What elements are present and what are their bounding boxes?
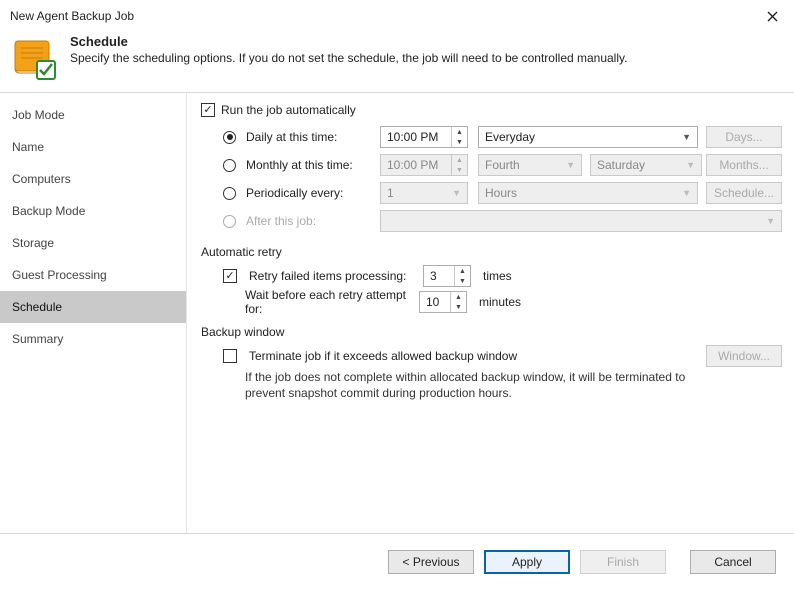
schedule-content: Run the job automatically Daily at this … [187, 93, 794, 533]
cancel-button[interactable]: Cancel [690, 550, 776, 574]
sidebar-item-job-mode[interactable]: Job Mode [0, 99, 186, 131]
sidebar-item-computers[interactable]: Computers [0, 163, 186, 195]
monthly-ordinal-dropdown: Fourth ▼ [478, 154, 582, 176]
spin-down-icon[interactable]: ▼ [451, 302, 466, 312]
period-row: Periodically every: 1 ▼ Hours ▼ Schedule… [223, 179, 782, 207]
sidebar-item-label: Guest Processing [12, 268, 107, 282]
close-icon [767, 11, 778, 22]
daily-time-value: 10:00 PM [381, 130, 451, 144]
period-number-dropdown: 1 ▼ [380, 182, 468, 204]
retry-section-label: Automatic retry [201, 245, 782, 259]
daily-frequency-dropdown[interactable]: Everyday ▼ [478, 126, 698, 148]
spin-up-icon[interactable]: ▲ [452, 127, 467, 137]
after-job-label: After this job: [246, 214, 376, 228]
chevron-down-icon: ▼ [452, 188, 461, 198]
daily-row: Daily at this time: 10:00 PM ▲▼ Everyday… [223, 123, 782, 151]
sidebar-item-schedule[interactable]: Schedule [0, 291, 186, 323]
months-button: Months... [706, 154, 782, 176]
retry-wait-label: Wait before each retry attempt for: [223, 288, 413, 316]
monthly-row: Monthly at this time: 10:00 PM ▲▼ Fourth… [223, 151, 782, 179]
terminate-row: Terminate job if it exceeds allowed back… [223, 343, 782, 369]
run-auto-checkbox[interactable] [201, 103, 215, 117]
spin-up-icon: ▲ [452, 155, 467, 165]
run-auto-row: Run the job automatically [201, 103, 782, 117]
after-job-radio [223, 215, 236, 228]
run-auto-label: Run the job automatically [221, 103, 356, 117]
daily-time-spinner[interactable]: 10:00 PM ▲▼ [380, 126, 468, 148]
terminate-description: If the job does not complete within allo… [245, 369, 705, 401]
retry-times-unit: times [483, 269, 512, 283]
terminate-checkbox[interactable] [223, 349, 237, 363]
sidebar-item-backup-mode[interactable]: Backup Mode [0, 195, 186, 227]
sidebar-item-label: Computers [12, 172, 71, 186]
period-label: Periodically every: [246, 186, 376, 200]
spin-up-icon[interactable]: ▲ [451, 292, 466, 302]
backup-window-section-label: Backup window [201, 325, 782, 339]
sidebar-item-label: Job Mode [12, 108, 65, 122]
window-button: Window... [706, 345, 782, 367]
sidebar-item-guest-processing[interactable]: Guest Processing [0, 259, 186, 291]
titlebar: New Agent Backup Job [0, 0, 794, 30]
terminate-label: Terminate job if it exceeds allowed back… [249, 349, 517, 363]
sidebar-item-label: Backup Mode [12, 204, 85, 218]
page-description: Specify the scheduling options. If you d… [70, 51, 627, 65]
chevron-down-icon: ▼ [686, 160, 695, 170]
sidebar-item-storage[interactable]: Storage [0, 227, 186, 259]
period-unit-value: Hours [485, 186, 517, 200]
sidebar-item-summary[interactable]: Summary [0, 323, 186, 355]
daily-radio[interactable] [223, 131, 236, 144]
wizard-footer: < Previous Apply Finish Cancel [0, 533, 794, 589]
spin-down-icon[interactable]: ▼ [455, 276, 470, 286]
monthly-time-spinner: 10:00 PM ▲▼ [380, 154, 468, 176]
retry-enable-checkbox[interactable] [223, 269, 237, 283]
retry-times-value: 3 [424, 269, 454, 283]
wizard-body: Job Mode Name Computers Backup Mode Stor… [0, 93, 794, 533]
retry-enable-label: Retry failed items processing: [249, 269, 417, 283]
retry-wait-row: Wait before each retry attempt for: 10 ▲… [223, 289, 782, 315]
wizard-header: Schedule Specify the scheduling options.… [0, 30, 794, 92]
sidebar-item-label: Summary [12, 332, 63, 346]
period-number-value: 1 [387, 186, 394, 200]
monthly-ordinal-value: Fourth [485, 158, 520, 172]
retry-times-spinner[interactable]: 3 ▲▼ [423, 265, 471, 287]
daily-label: Daily at this time: [246, 130, 376, 144]
sidebar-item-label: Name [12, 140, 44, 154]
retry-enable-row: Retry failed items processing: 3 ▲▼ time… [223, 263, 782, 289]
days-button: Days... [706, 126, 782, 148]
period-unit-dropdown: Hours ▼ [478, 182, 698, 204]
chevron-down-icon: ▼ [766, 216, 775, 226]
monthly-radio[interactable] [223, 159, 236, 172]
spin-up-icon[interactable]: ▲ [455, 266, 470, 276]
window-title: New Agent Backup Job [10, 9, 134, 23]
chevron-down-icon: ▼ [682, 132, 691, 142]
close-button[interactable] [758, 6, 786, 26]
finish-button: Finish [580, 550, 666, 574]
after-job-dropdown: ▼ [380, 210, 782, 232]
sidebar-item-label: Storage [12, 236, 54, 250]
schedule-button: Schedule... [706, 182, 782, 204]
period-radio[interactable] [223, 187, 236, 200]
monthly-time-value: 10:00 PM [381, 158, 451, 172]
daily-frequency-value: Everyday [485, 130, 535, 144]
monthly-label: Monthly at this time: [246, 158, 376, 172]
spin-down-icon[interactable]: ▼ [452, 137, 467, 147]
sidebar-item-name[interactable]: Name [0, 131, 186, 163]
retry-wait-unit: minutes [479, 295, 521, 309]
page-title: Schedule [70, 34, 627, 49]
wizard-steps-sidebar: Job Mode Name Computers Backup Mode Stor… [0, 93, 187, 533]
spin-down-icon: ▼ [452, 165, 467, 175]
apply-button[interactable]: Apply [484, 550, 570, 574]
retry-wait-spinner[interactable]: 10 ▲▼ [419, 291, 467, 313]
sidebar-item-label: Schedule [12, 300, 62, 314]
chevron-down-icon: ▼ [682, 188, 691, 198]
schedule-scroll-icon [10, 34, 58, 82]
after-job-row: After this job: ▼ [223, 207, 782, 235]
chevron-down-icon: ▼ [566, 160, 575, 170]
monthly-dow-value: Saturday [597, 158, 645, 172]
previous-button[interactable]: < Previous [388, 550, 474, 574]
retry-wait-value: 10 [420, 295, 450, 309]
monthly-dow-dropdown: Saturday ▼ [590, 154, 702, 176]
